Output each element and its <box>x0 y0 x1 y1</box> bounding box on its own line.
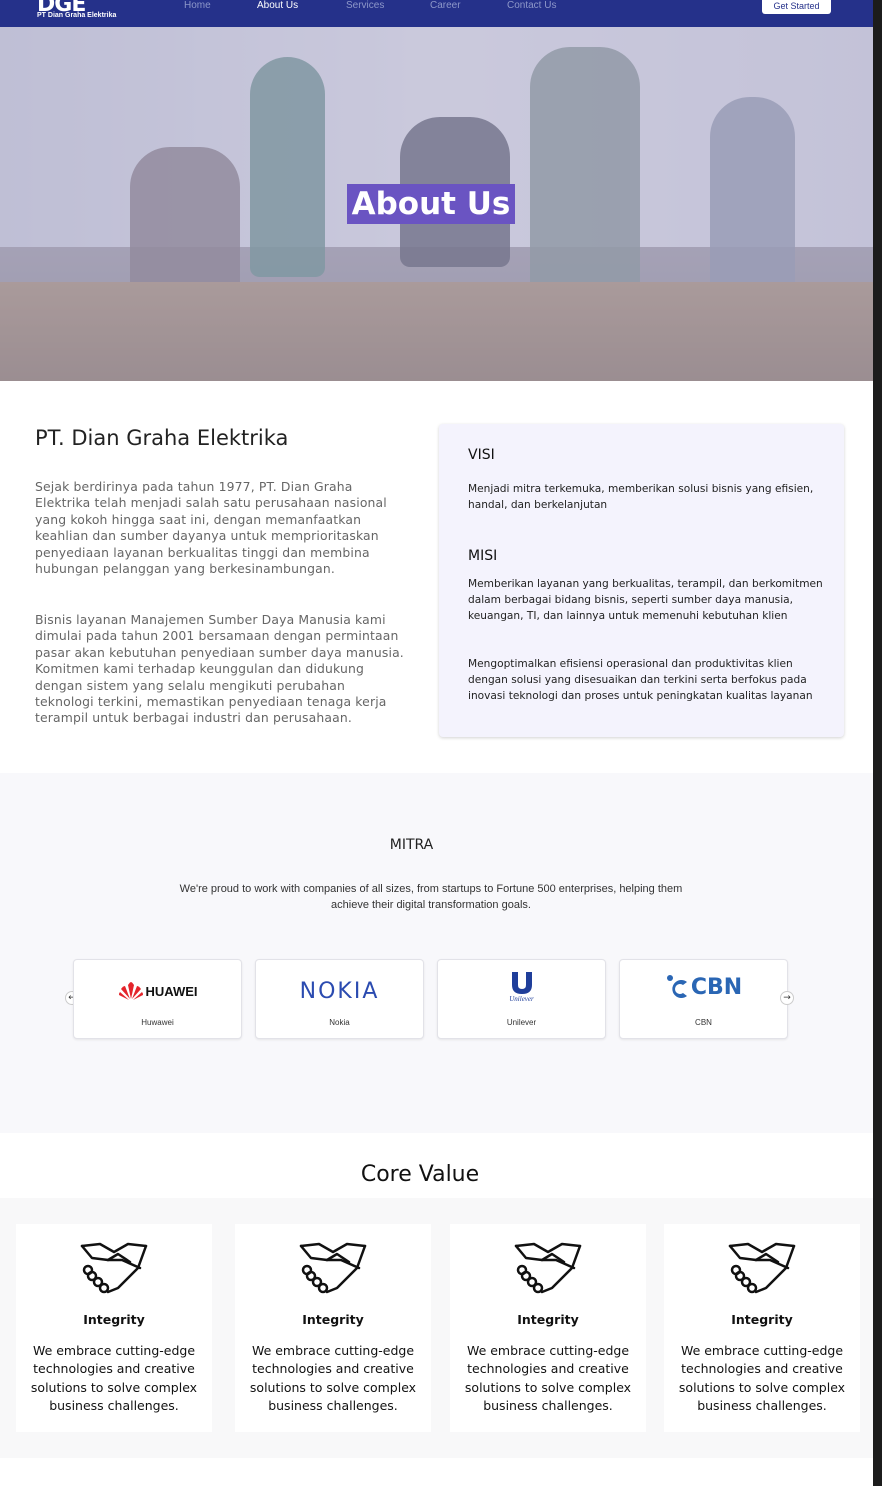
about-paragraph-2: Bisnis layanan Manajemen Sumber Daya Man… <box>35 612 404 726</box>
core-value-card: Integrity We embrace cutting-edge techno… <box>16 1224 212 1432</box>
hero-banner: About Us <box>0 27 873 381</box>
company-heading: PT. Dian Graha Elektrika <box>35 426 289 450</box>
handshake-icon <box>80 1242 148 1294</box>
core-value-description: We embrace cutting-edge technologies and… <box>30 1343 198 1414</box>
partner-card-nokia[interactable]: NOKIA Nokia <box>255 959 424 1039</box>
mitra-subtitle: We're proud to work with companies of al… <box>179 883 683 911</box>
visi-title: VISI <box>468 447 495 463</box>
nav-link-about-us[interactable]: About Us <box>257 0 298 11</box>
handshake-icon <box>514 1242 582 1294</box>
arrow-right-icon[interactable]: → <box>780 991 794 1005</box>
handshake-icon <box>728 1242 796 1294</box>
page-scrollbar[interactable] <box>873 0 882 1486</box>
logo-text: PT Dian Graha Elektrika <box>37 12 117 19</box>
mitra-title: MITRA <box>389 837 434 853</box>
unilever-u-icon <box>511 972 532 994</box>
core-value-name: Integrity <box>83 1312 145 1327</box>
misi-text-2: Mengoptimalkan efisiensi operasional dan… <box>468 658 813 702</box>
core-value-name: Integrity <box>302 1312 364 1327</box>
page-title: About Us <box>347 184 515 224</box>
core-value-name: Integrity <box>731 1312 793 1327</box>
core-value-description: We embrace cutting-edge technologies and… <box>464 1343 632 1414</box>
top-navbar: DGE PT Dian Graha Elektrika Home About U… <box>0 0 873 27</box>
mitra-section: MITRA We're proud to work with companies… <box>0 773 873 1133</box>
partner-logo-text: CBN <box>690 974 743 1000</box>
partner-logo-text: HUAWEI <box>145 983 198 999</box>
visi-text: Menjadi mitra terkemuka, memberikan solu… <box>468 483 814 511</box>
huawei-flower-icon <box>118 982 143 1000</box>
core-value-title: Core Value <box>360 1162 480 1187</box>
core-value-description: We embrace cutting-edge technologies and… <box>249 1343 417 1414</box>
nav-link-home[interactable]: Home <box>184 0 211 11</box>
handshake-icon <box>299 1242 367 1294</box>
partner-name: Unilever <box>506 1018 537 1027</box>
about-paragraph-1: Sejak berdirinya pada tahun 1977, PT. Di… <box>35 479 387 577</box>
nav-link-services[interactable]: Services <box>346 0 384 11</box>
misi-text-1: Memberikan layanan yang berkualitas, ter… <box>468 578 823 622</box>
partner-logo-text: NOKIA <box>299 978 380 1004</box>
misi-title: MISI <box>468 548 498 564</box>
cbn-c-icon <box>666 975 687 998</box>
nav-link-contact-us[interactable]: Contact Us <box>507 0 556 11</box>
partner-card-cbn[interactable]: CBN CBN <box>619 959 788 1039</box>
partner-name: Huwawei <box>141 1018 174 1027</box>
cbn-logo: CBN <box>620 970 787 1004</box>
core-value-card: Integrity We embrace cutting-edge techno… <box>235 1224 431 1432</box>
partner-card-huawei[interactable]: HUAWEI Huwawei <box>73 959 242 1039</box>
partner-logo-text: Unilever <box>509 995 534 1003</box>
partner-card-unilever[interactable]: Unilever Unilever <box>437 959 606 1039</box>
partner-name: CBN <box>695 1018 712 1027</box>
nav-link-career[interactable]: Career <box>430 0 461 11</box>
core-value-card: Integrity We embrace cutting-edge techno… <box>450 1224 646 1432</box>
core-value-card: Integrity We embrace cutting-edge techno… <box>664 1224 860 1432</box>
core-value-name: Integrity <box>517 1312 579 1327</box>
partner-name: Nokia <box>329 1018 350 1027</box>
visi-misi-card: VISI Menjadi mitra terkemuka, memberikan… <box>439 424 844 737</box>
unilever-logo: Unilever <box>438 970 605 1004</box>
huawei-logo: HUAWEI <box>74 974 241 1008</box>
nokia-logo: NOKIA <box>256 974 423 1008</box>
core-value-description: We embrace cutting-edge technologies and… <box>678 1343 846 1414</box>
get-started-button[interactable]: Get Started <box>762 0 831 14</box>
